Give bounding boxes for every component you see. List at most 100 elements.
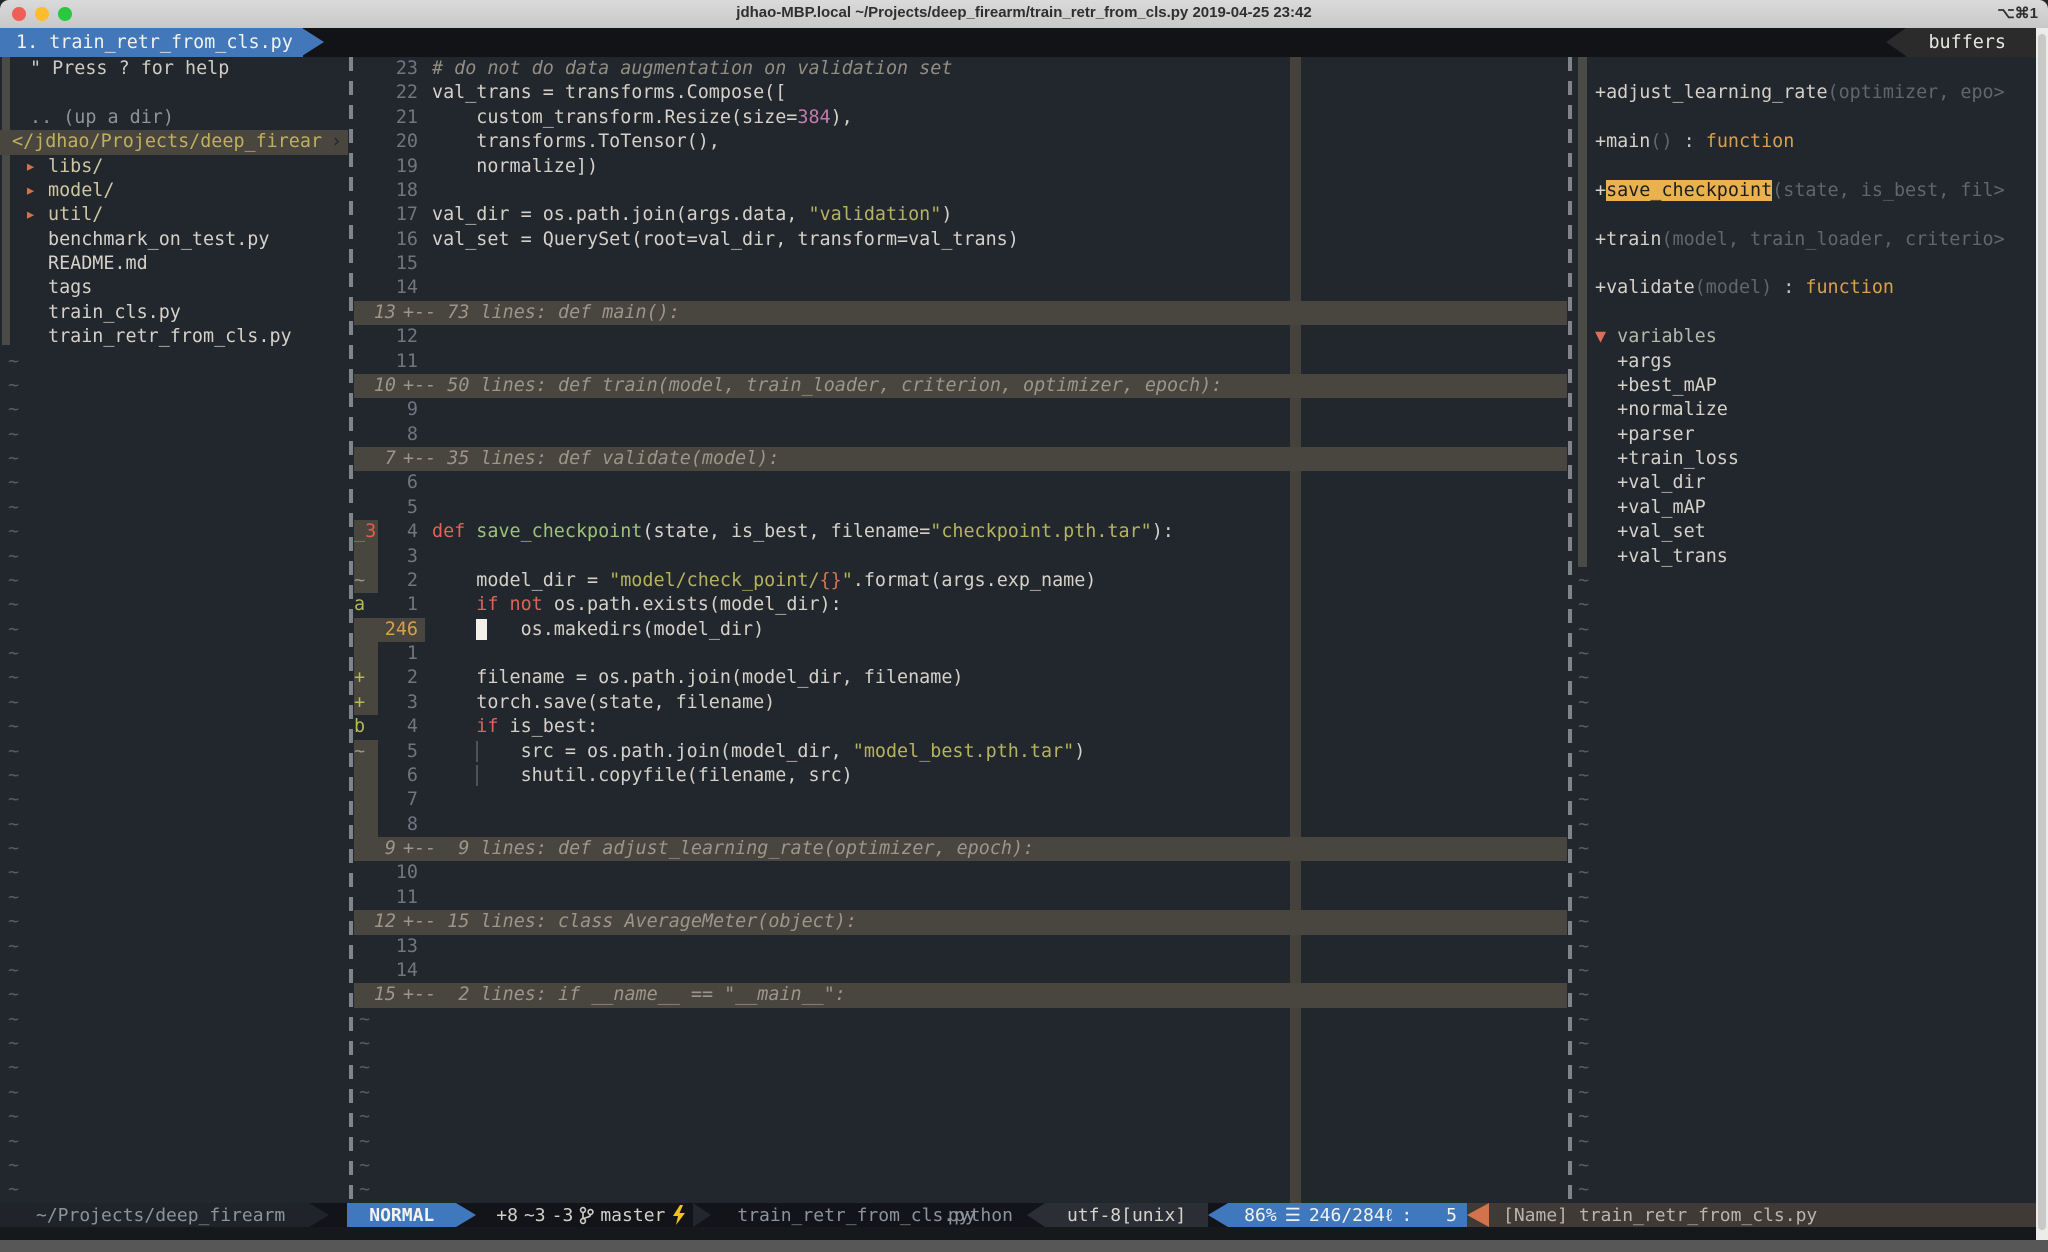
tree-item[interactable]: train_cls.py (0, 301, 348, 325)
tab-arrow-icon (302, 28, 324, 56)
tag-item[interactable]: +train_loss (1573, 447, 2037, 471)
sign-cell (354, 618, 378, 642)
code-line[interactable]: 6 (354, 471, 1567, 495)
terminal-scrollbar[interactable] (2036, 28, 2048, 1240)
editor-window[interactable]: 23# do not do data augmentation on valid… (354, 57, 1567, 1203)
code-line[interactable]: 7 (354, 788, 1567, 812)
tree-item[interactable]: ▸util/ (0, 203, 348, 227)
code-line[interactable]: 8 (354, 813, 1567, 837)
code-line[interactable]: 17val_dir = os.path.join(args.data, "val… (354, 203, 1567, 227)
code-line[interactable]: 14 (354, 276, 1567, 300)
code-line[interactable]: 9 (354, 398, 1567, 422)
number-pad (418, 276, 425, 300)
tag-item[interactable]: +main() : function (1573, 130, 2037, 154)
window-separator-right[interactable] (1568, 57, 1572, 1203)
tag-item[interactable]: +normalize (1573, 398, 2037, 422)
code-line[interactable]: ~2 model_dir = "model/check_point/{}".fo… (354, 569, 1567, 593)
code-line[interactable]: 5 (354, 496, 1567, 520)
number-pad (418, 788, 425, 812)
tree-item[interactable] (0, 81, 348, 105)
line-number: 12 (354, 910, 396, 934)
code-text: if is_best: (425, 715, 1567, 739)
code-line[interactable]: 22val_trans = transforms.Compose([ (354, 81, 1567, 105)
tag-item[interactable]: +val_mAP (1573, 496, 2037, 520)
folded-line[interactable]: 13+-- 73 lines: def main(): (354, 301, 1567, 325)
empty-line: ~ (0, 447, 348, 471)
code-text (425, 496, 1567, 520)
code-line[interactable]: 1 (354, 642, 1567, 666)
tree-item-label: libs/ (48, 156, 103, 177)
nerdtree-scrollbar[interactable] (2, 57, 10, 345)
folded-line[interactable]: 12+-- 15 lines: class AverageMeter(objec… (354, 910, 1567, 934)
sign-cell (354, 398, 378, 422)
code-line[interactable]: +2 filename = os.path.join(model_dir, fi… (354, 666, 1567, 690)
folded-line[interactable]: 15+-- 2 lines: if __name__ == "__main__"… (354, 983, 1567, 1007)
dir-expander-icon[interactable]: ▸ (25, 179, 48, 203)
number-pad (418, 57, 425, 81)
code-line[interactable]: 21 custom_transform.Resize(size=384), (354, 106, 1567, 130)
tag-item[interactable]: +args (1573, 350, 2037, 374)
code-line[interactable]: 15 (354, 252, 1567, 276)
tag-item[interactable]: +val_dir (1573, 471, 2037, 495)
empty-line: ~ (1573, 1178, 2037, 1202)
code-line[interactable]: +3 torch.save(state, filename) (354, 691, 1567, 715)
tree-item[interactable]: tags (0, 276, 348, 300)
tag-item[interactable]: +val_trans (1573, 545, 2037, 569)
code-line[interactable]: 13 (354, 935, 1567, 959)
tag-item[interactable]: +adjust_learning_rate(optimizer, epo> (1573, 81, 2037, 105)
code-line[interactable]: 18 (354, 179, 1567, 203)
tree-item[interactable]: ▸model/ (0, 179, 348, 203)
terminal-scrollbar-thumb[interactable] (2038, 34, 2046, 1230)
tag-item[interactable]: +save_checkpoint(state, is_best, fil> (1573, 179, 2037, 203)
tag-item[interactable]: +validate(model) : function (1573, 276, 2037, 300)
folded-line[interactable]: 10+-- 50 lines: def train(model, train_l… (354, 374, 1567, 398)
line-number: 5 (378, 496, 418, 520)
code-line[interactable]: 11 (354, 350, 1567, 374)
folded-line[interactable]: 7+-- 35 lines: def validate(model): (354, 447, 1567, 471)
code-line[interactable]: _34def save_checkpoint(state, is_best, f… (354, 520, 1567, 544)
code-text (425, 276, 1567, 300)
code-line[interactable]: 11 (354, 886, 1567, 910)
code-line[interactable]: 3 (354, 545, 1567, 569)
code-line[interactable]: 8 (354, 423, 1567, 447)
tag-item[interactable]: +train(model, train_loader, criterio> (1573, 228, 2037, 252)
code-line[interactable]: 14 (354, 959, 1567, 983)
sign-cell: _3 (354, 520, 378, 544)
code-line[interactable]: b4 if is_best: (354, 715, 1567, 739)
dir-expander-icon[interactable]: ▸ (25, 155, 48, 179)
tag-item[interactable]: +val_set (1573, 520, 2037, 544)
code-text: val_set = QuerySet(root=val_dir, transfo… (425, 228, 1567, 252)
sign-cell (354, 130, 378, 154)
code-line[interactable]: 246 os.makedirs(model_dir) (354, 618, 1567, 642)
tree-item[interactable]: </jdhao/Projects/deep_firear› (0, 130, 348, 154)
number-pad (418, 252, 425, 276)
tag-item[interactable]: +best_mAP (1573, 374, 2037, 398)
code-text: def save_checkpoint(state, is_best, file… (425, 520, 1567, 544)
buffer-tab[interactable]: 1. train_retr_from_cls.py (0, 28, 303, 57)
code-line[interactable]: 20 transforms.ToTensor(), (354, 130, 1567, 154)
tree-item[interactable]: train_retr_from_cls.py (0, 325, 348, 349)
tree-item[interactable]: README.md (0, 252, 348, 276)
code-line[interactable]: 19 normalize]) (354, 155, 1567, 179)
tree-item[interactable]: ▸libs/ (0, 155, 348, 179)
code-line[interactable]: 16val_set = QuerySet(root=val_dir, trans… (354, 228, 1567, 252)
tag-item[interactable]: +parser (1573, 423, 2037, 447)
tag-item[interactable]: ▼ variables (1573, 325, 2037, 349)
folded-line[interactable]: 9+-- 9 lines: def adjust_learning_rate(o… (354, 837, 1567, 861)
code-line[interactable]: 23# do not do data augmentation on valid… (354, 57, 1567, 81)
number-pad (418, 569, 425, 593)
encoding-segment: utf-8[unix] (1045, 1203, 1208, 1227)
sign-cell (354, 959, 378, 983)
empty-line: ~ (0, 764, 348, 788)
tree-item[interactable]: benchmark_on_test.py (0, 228, 348, 252)
dir-expander-icon[interactable]: ▸ (25, 203, 48, 227)
code-line[interactable]: 10 (354, 861, 1567, 885)
window-separator-left[interactable] (349, 57, 353, 1203)
tree-item[interactable]: .. (up a dir) (0, 106, 348, 130)
code-line[interactable]: a1 if not os.path.exists(model_dir): (354, 593, 1567, 617)
tree-item[interactable]: " Press ? for help (0, 57, 348, 81)
line-number: 4 (378, 715, 418, 739)
code-line[interactable]: 12 (354, 325, 1567, 349)
code-line[interactable]: 6 shutil.copyfile(filename, src) (354, 764, 1567, 788)
code-line[interactable]: ~5 src = os.path.join(model_dir, "model_… (354, 740, 1567, 764)
